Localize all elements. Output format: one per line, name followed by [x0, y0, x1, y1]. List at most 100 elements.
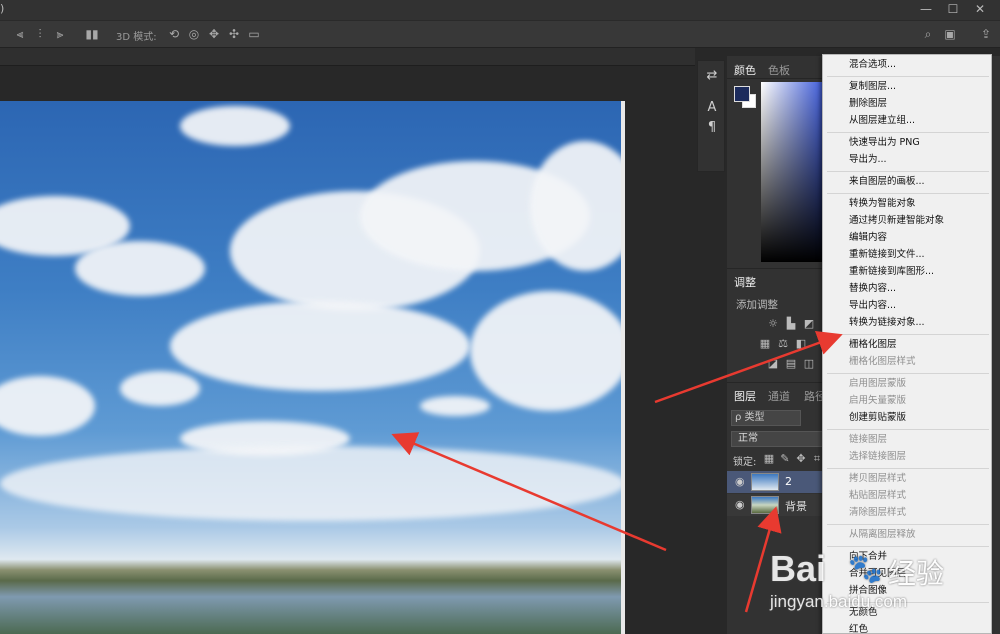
- hue-icon[interactable]: ▦: [758, 338, 772, 350]
- menu-item[interactable]: 从图层建立组...: [849, 113, 915, 129]
- eye-icon[interactable]: ◉: [735, 498, 747, 511]
- character-icon[interactable]: A: [702, 99, 722, 117]
- distribute-icon[interactable]: ▮▮: [84, 26, 100, 42]
- align-right-icon[interactable]: ⫸: [52, 26, 68, 42]
- lock-pixels-icon[interactable]: ▦: [762, 453, 776, 465]
- menu-item[interactable]: 替换内容...: [849, 281, 896, 297]
- menu-item[interactable]: 转换为智能对象: [849, 196, 916, 212]
- options-bar: ⫷ ⫶ ⫸ ▮▮ 3D 模式: ⟲ ◎ ✥ ✣ ▭ ⌕ ▣ ⇪: [0, 20, 1000, 48]
- lock-move-icon[interactable]: ✥: [794, 453, 808, 465]
- paragraph-icon[interactable]: ¶: [702, 119, 722, 137]
- tab-layers[interactable]: 图层: [734, 388, 756, 404]
- 3d-slide-icon[interactable]: ✣: [226, 26, 242, 42]
- menu-item: 启用图层蒙版: [849, 378, 907, 389]
- menu-item[interactable]: 删除图层: [849, 96, 887, 112]
- menu-separator: [827, 171, 989, 172]
- canvas-image[interactable]: [0, 101, 621, 634]
- layer-name: 2: [785, 475, 792, 488]
- menu-item[interactable]: 创建剪贴蒙版: [849, 410, 906, 426]
- menu-item[interactable]: 混合选项...: [849, 57, 896, 73]
- tab-channels[interactable]: 通道: [768, 388, 790, 404]
- paw-icon: 🐾: [848, 552, 883, 585]
- maximize-button[interactable]: ☐: [943, 2, 963, 16]
- add-adjustment-label: 添加调整: [736, 299, 778, 311]
- watermark-brand: Bai: [770, 548, 827, 589]
- minimize-button[interactable]: —: [916, 2, 936, 16]
- lock-brush-icon[interactable]: ✎: [778, 453, 792, 465]
- menu-separator: [827, 132, 989, 133]
- menu-separator: [827, 76, 989, 77]
- tab-swatches[interactable]: 色板: [768, 62, 790, 78]
- levels-icon[interactable]: ▙: [784, 318, 798, 330]
- menu-item: 清除图层样式: [849, 507, 907, 518]
- layer-row-2[interactable]: ◉ 2: [727, 471, 827, 493]
- menu-item: 拷贝图层样式: [849, 473, 907, 484]
- menu-item: 栅格化图层样式: [849, 356, 916, 367]
- eye-icon[interactable]: ◉: [735, 475, 747, 488]
- layer-thumbnail: [751, 473, 779, 491]
- title-bar: ) — ☐ ✕: [0, 0, 1000, 20]
- tab-adjustments[interactable]: 调整: [734, 274, 756, 290]
- 3d-camera-icon[interactable]: ▭: [246, 26, 262, 42]
- bw-icon[interactable]: ◧: [794, 338, 808, 350]
- menu-item[interactable]: 来自图层的画板...: [849, 174, 925, 190]
- menu-item[interactable]: 编辑内容: [849, 230, 887, 246]
- menu-item[interactable]: 通过拷贝新建智能对象: [849, 213, 944, 229]
- canvas-edge: [621, 101, 625, 634]
- layer-filter-select[interactable]: ρ 类型: [731, 410, 801, 426]
- menu-item: 从隔离图层释放: [849, 529, 916, 540]
- align-left-icon[interactable]: ⫷: [12, 26, 28, 42]
- align-center-icon[interactable]: ⫶: [32, 26, 48, 42]
- 3d-drag-icon[interactable]: ✥: [206, 26, 222, 42]
- window-title: ): [0, 2, 5, 15]
- foreground-color-swatch[interactable]: [734, 86, 750, 102]
- menu-item[interactable]: 快速导出为 PNG: [849, 135, 920, 151]
- mode-3d-label: 3D 模式:: [116, 32, 157, 43]
- history-icon[interactable]: ⇄: [702, 67, 722, 85]
- menu-separator: [827, 546, 989, 547]
- selective-color-icon[interactable]: ◫: [802, 358, 816, 370]
- tab-color[interactable]: 颜色: [734, 62, 756, 78]
- tool-strip: ⇄ A ¶: [697, 60, 725, 172]
- menu-separator: [827, 429, 989, 430]
- menu-separator: [827, 524, 989, 525]
- menu-separator: [827, 468, 989, 469]
- layer-thumbnail: [751, 496, 779, 514]
- curves-icon[interactable]: ◩: [802, 318, 816, 330]
- menu-item[interactable]: 导出为...: [849, 152, 887, 168]
- menu-item[interactable]: 导出内容...: [849, 298, 896, 314]
- invert-icon[interactable]: ◪: [766, 358, 780, 370]
- menu-item[interactable]: 转换为链接对象...: [849, 315, 925, 331]
- divider: [727, 382, 825, 383]
- lock-label: 锁定:: [733, 457, 757, 468]
- menu-separator: [827, 334, 989, 335]
- divider: [727, 268, 825, 269]
- menu-separator: [827, 193, 989, 194]
- gradient-map-icon[interactable]: ▤: [784, 358, 798, 370]
- blend-mode-select[interactable]: 正常: [731, 431, 823, 447]
- document-tab-strip: [0, 48, 695, 66]
- close-button[interactable]: ✕: [970, 2, 990, 16]
- 3d-roll-icon[interactable]: ◎: [186, 26, 202, 42]
- search-icon[interactable]: ⌕: [920, 26, 936, 42]
- menu-item: 粘贴图层样式: [849, 490, 907, 501]
- menu-item: 链接图层: [849, 434, 888, 445]
- menu-item[interactable]: 重新链接到文件...: [849, 247, 925, 263]
- workspace-icon[interactable]: ▣: [942, 26, 958, 42]
- menu-item[interactable]: 复制图层...: [849, 79, 896, 95]
- balance-icon[interactable]: ⚖: [776, 338, 790, 350]
- baidu-watermark: Bai 🐾 经验 jingyan.baidu.com: [770, 548, 960, 628]
- watermark-url: jingyan.baidu.com: [770, 592, 908, 611]
- layer-context-menu: 混合选项... 复制图层... 删除图层 从图层建立组... 快速导出为 PNG 导出为.…: [822, 54, 992, 634]
- brightness-icon[interactable]: ☼: [766, 318, 780, 330]
- share-icon[interactable]: ⇪: [978, 26, 994, 42]
- menu-item[interactable]: 栅格化图层: [849, 337, 897, 353]
- color-picker-field[interactable]: [761, 82, 825, 262]
- menu-separator: [827, 373, 989, 374]
- menu-item: 启用矢量蒙版: [849, 395, 907, 406]
- layer-row-background[interactable]: ◉ 背景: [727, 494, 827, 516]
- divider: [727, 78, 825, 79]
- menu-item[interactable]: 重新链接到库图形...: [849, 264, 934, 280]
- menu-item: 选择链接图层: [849, 451, 907, 462]
- 3d-rotate-icon[interactable]: ⟲: [166, 26, 182, 42]
